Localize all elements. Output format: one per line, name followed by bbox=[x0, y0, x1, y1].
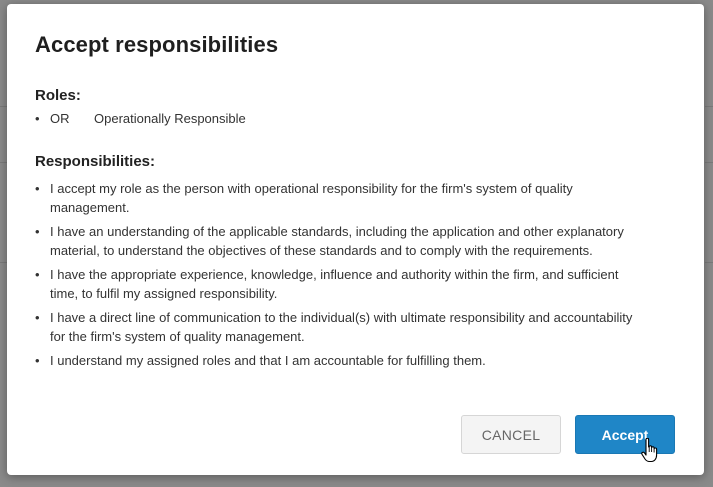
bullet: • bbox=[35, 267, 40, 282]
responsibility-item: • I have the appropriate experience, kno… bbox=[35, 265, 635, 303]
bullet: • bbox=[35, 111, 40, 126]
responsibility-text: I have the appropriate experience, knowl… bbox=[50, 267, 619, 301]
role-name: Operationally Responsible bbox=[94, 111, 246, 126]
responsibility-item: • I have a direct line of communication … bbox=[35, 308, 635, 346]
responsibility-item: • I accept my role as the person with op… bbox=[35, 179, 635, 217]
cancel-button[interactable]: CANCEL bbox=[461, 415, 561, 454]
bullet: • bbox=[35, 353, 40, 368]
background-divider bbox=[705, 106, 713, 107]
background-divider bbox=[705, 262, 713, 263]
role-code: OR bbox=[50, 111, 70, 126]
responsibility-item: • I understand my assigned roles and tha… bbox=[35, 351, 635, 370]
role-item: • OR Operationally Responsible bbox=[35, 110, 246, 128]
roles-list: • OR Operationally Responsible bbox=[35, 110, 246, 128]
dialog-title: Accept responsibilities bbox=[35, 32, 279, 57]
bullet: • bbox=[35, 181, 40, 196]
responsibility-item: • I have an understanding of the applica… bbox=[35, 222, 635, 260]
accept-responsibilities-dialog: Accept responsibilities Roles: • OR Opera… bbox=[7, 4, 704, 475]
bullet: • bbox=[35, 310, 40, 325]
responsibility-text: I have a direct line of communication to… bbox=[50, 310, 633, 344]
bullet: • bbox=[35, 224, 40, 239]
background-divider bbox=[705, 162, 713, 163]
roles-heading: Roles: bbox=[35, 87, 81, 104]
responsibility-text: I accept my role as the person with oper… bbox=[50, 181, 573, 215]
responsibility-text: I understand my assigned roles and that … bbox=[50, 353, 486, 368]
responsibilities-heading: Responsibilities: bbox=[35, 153, 156, 170]
responsibility-text: I have an understanding of the applicabl… bbox=[50, 224, 624, 258]
responsibilities-list: • I accept my role as the person with op… bbox=[35, 179, 635, 375]
accept-button[interactable]: Accept bbox=[575, 415, 675, 454]
